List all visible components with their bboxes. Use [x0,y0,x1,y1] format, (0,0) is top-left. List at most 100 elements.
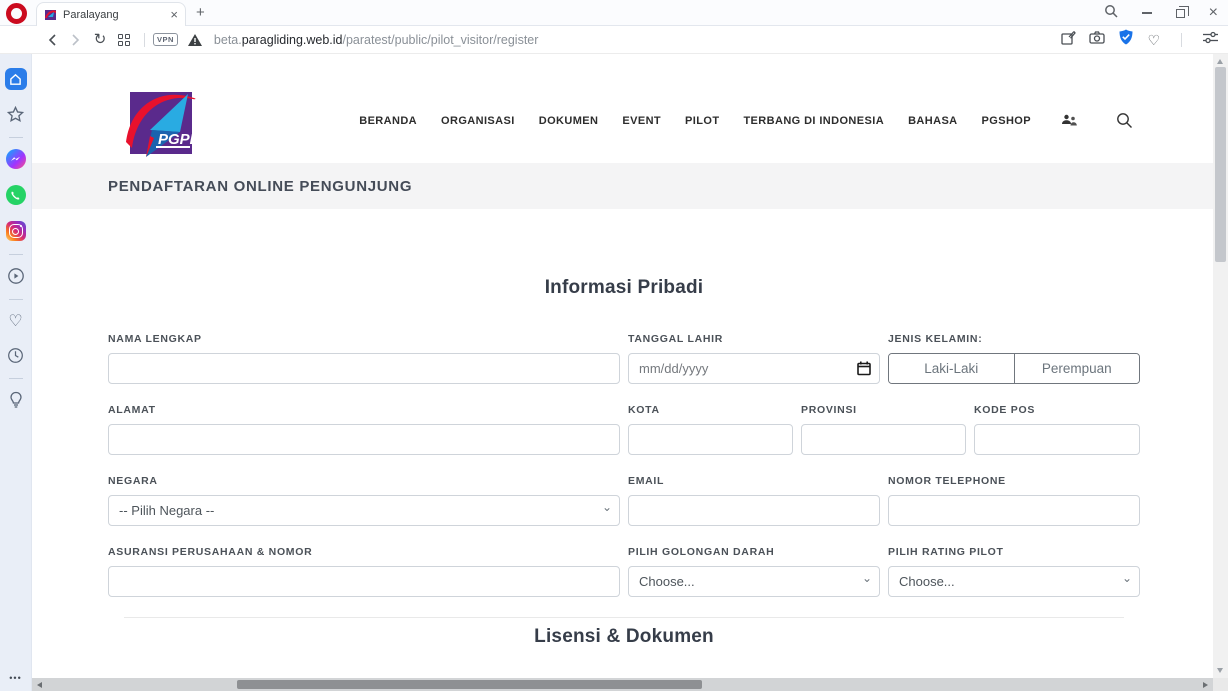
web-page: PGPI BERANDA ORGANISASI DOKUMEN EVENT PI… [32,54,1213,678]
browser-tab[interactable]: Paralayang × [36,2,186,26]
alamat-label: ALAMAT [108,404,620,416]
nav-pilot[interactable]: PILOT [685,115,719,127]
nomor-telephone-label: NOMOR TELEPHONE [888,475,1140,487]
forward-button[interactable] [64,28,88,52]
camera-capture-icon[interactable] [1089,31,1105,49]
scroll-down-arrow-icon[interactable] [1217,668,1223,673]
kode-pos-input[interactable] [974,424,1140,455]
shield-check-icon[interactable] [1118,29,1134,50]
chevron-down-icon: ⌄ [1122,571,1132,585]
negara-select[interactable]: -- Pilih Negara -- ⌄ [108,495,620,526]
nav-beranda[interactable]: BERANDA [359,115,417,127]
scroll-right-arrow-icon[interactable] [1203,682,1208,688]
kota-input[interactable] [628,424,793,455]
address-toolbar: ↻ VPN beta.paragliding.web.id/paratest/p… [0,26,1228,54]
tanggal-lahir-date-input[interactable] [628,353,880,384]
bookmark-heart-icon[interactable]: ♡ [1147,33,1160,47]
rating-pilot-label: PILIH RATING PILOT [888,546,1140,558]
whatsapp-icon[interactable] [5,184,27,206]
pgpi-logo[interactable]: PGPI [120,78,200,163]
tab-bar: Paralayang × + × [0,0,1228,26]
calendar-icon[interactable] [857,361,871,381]
speed-dial-star-icon[interactable] [5,103,27,125]
restore-button[interactable] [1176,9,1185,18]
asuransi-label: ASURANSI PERUSAHAAN & NOMOR [108,546,620,558]
scroll-left-arrow-icon[interactable] [37,682,42,688]
site-header: PGPI BERANDA ORGANISASI DOKUMEN EVENT PI… [32,54,1213,163]
negara-label: NEGARA [108,475,620,487]
nav-dokumen[interactable]: DOKUMEN [539,115,599,127]
nama-lengkap-input[interactable] [108,353,620,384]
horizontal-scrollbar-thumb[interactable] [237,680,702,689]
close-window-button[interactable]: × [1209,5,1218,21]
url-path: /paratest/public/pilot_visitor/register [343,33,539,47]
easy-setup-sliders-icon[interactable] [1203,31,1218,49]
chevron-down-icon: ⌄ [862,571,872,585]
url-host: paragliding.web.id [242,33,343,47]
opera-logo-icon[interactable] [6,3,27,24]
back-button[interactable] [40,28,64,52]
player-icon[interactable] [5,265,27,287]
tab-tiling-icon[interactable] [112,28,136,52]
reload-button[interactable]: ↻ [88,28,112,52]
new-tab-button[interactable]: + [196,4,205,21]
golongan-darah-select-value: Choose... [639,574,695,589]
sidebar-divider [9,299,23,300]
workspace-home-icon[interactable] [5,68,27,90]
minimize-button[interactable] [1142,12,1152,14]
url-prefix: beta. [214,33,242,47]
nomor-telephone-input[interactable] [888,495,1140,526]
url-field[interactable]: beta.paragliding.web.id/paratest/public/… [214,33,1062,47]
site-search-icon[interactable] [1116,112,1133,129]
chrome-search-icon[interactable] [1104,4,1118,23]
gender-perempuan-button[interactable]: Perempuan [1015,354,1140,383]
gender-button-group: Laki-Laki Perempuan [888,353,1140,384]
tab-title: Paralayang [63,9,164,21]
section-divider [124,617,1124,618]
nav-organisasi[interactable]: ORGANISASI [441,115,515,127]
rating-pilot-select-value: Choose... [899,574,955,589]
vertical-scrollbar-thumb[interactable] [1215,67,1226,262]
gender-laki-laki-button[interactable]: Laki-Laki [889,354,1015,383]
scrollbar-corner [1213,678,1228,691]
horizontal-scrollbar[interactable] [32,678,1213,691]
opera-sidebar: ♡ ••• [0,54,32,691]
tab-favicon [44,8,57,21]
alamat-input[interactable] [108,424,620,455]
section-title-informasi-pribadi: Informasi Pribadi [108,277,1140,299]
golongan-darah-select[interactable]: Choose... ⌄ [628,566,880,597]
sidebar-divider [9,254,23,255]
rating-pilot-select[interactable]: Choose... ⌄ [888,566,1140,597]
history-clock-icon[interactable] [5,344,27,366]
bookmarks-heart-icon[interactable]: ♡ [5,310,27,332]
nav-pgshop[interactable]: PGSHOP [982,115,1031,127]
nama-lengkap-label: NAMA LENGKAP [108,333,620,345]
provinsi-label: PROVINSI [801,404,966,416]
section-title-lisensi-dokumen: Lisensi & Dokumen [108,626,1140,648]
main-nav: BERANDA ORGANISASI DOKUMEN EVENT PILOT T… [359,78,1133,163]
nav-terbang-di-indonesia[interactable]: TERBANG DI INDONESIA [743,115,884,127]
vertical-scrollbar[interactable] [1213,54,1228,678]
svg-text:PGPI: PGPI [158,131,195,148]
provinsi-input[interactable] [801,424,966,455]
scroll-up-arrow-icon[interactable] [1217,59,1223,64]
sidebar-more-icon[interactable]: ••• [9,673,21,683]
nav-event[interactable]: EVENT [622,115,661,127]
vpn-badge[interactable]: VPN [153,33,178,46]
email-input[interactable] [628,495,880,526]
nav-bahasa[interactable]: BAHASA [908,115,957,127]
email-label: EMAIL [628,475,880,487]
instagram-icon[interactable] [5,220,27,242]
tab-close-icon[interactable]: × [170,8,178,21]
member-login-users-icon[interactable] [1061,114,1078,128]
kota-label: KOTA [628,404,793,416]
site-security-warning-icon[interactable] [188,34,202,46]
sidebar-divider [9,378,23,379]
sidebar-divider [9,137,23,138]
asuransi-input[interactable] [108,566,620,597]
messenger-icon[interactable] [5,148,27,170]
snapshot-edit-icon[interactable] [1061,30,1076,50]
pinboard-bulb-icon[interactable] [5,389,27,411]
kode-pos-label: KODE POS [974,404,1140,416]
jenis-kelamin-label: JENIS KELAMIN: [888,333,1140,345]
